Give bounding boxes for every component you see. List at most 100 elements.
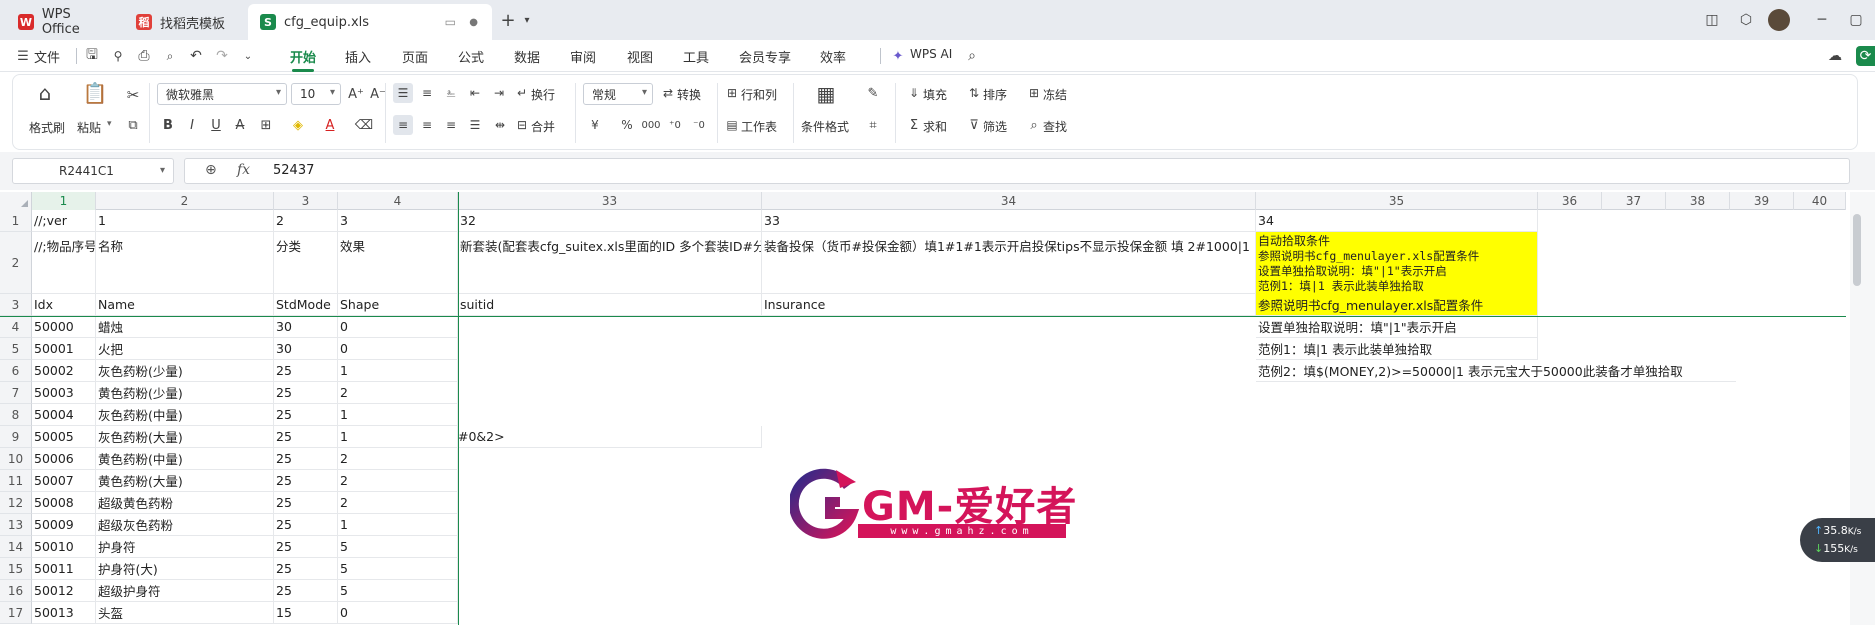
grid-cell[interactable]: 5	[338, 558, 458, 580]
quick-access-chevron-icon[interactable]: ⌄	[240, 48, 256, 64]
wps-ai-icon[interactable]: ✦	[890, 48, 906, 64]
grid-cell[interactable]: 装备投保（货币#投保金额）填1#1#1表示开启投保tips不显示投保金额 填 2…	[762, 232, 1256, 294]
grid-cell[interactable]: 50010	[32, 536, 96, 558]
cloud-icon[interactable]: ☁	[1826, 48, 1844, 64]
grid-cell[interactable]: 黄色药粉(少量)	[96, 382, 274, 404]
grid-cell[interactable]: 25	[274, 492, 338, 514]
fill-color-icon[interactable]: ◈	[287, 115, 309, 135]
row-header[interactable]: 8	[0, 404, 32, 426]
redo-icon[interactable]: ↷	[214, 48, 230, 64]
column-header[interactable]: 35	[1256, 192, 1538, 210]
vertical-scroll-thumb[interactable]	[1853, 214, 1861, 286]
network-speed-widget[interactable]: ↑35.8K/s ↓155K/s	[1800, 518, 1875, 562]
column-header[interactable]: 37	[1602, 192, 1666, 210]
grid-cell[interactable]: 50013	[32, 602, 96, 624]
grid-cell[interactable]: 灰色药粉(中量)	[96, 404, 274, 426]
border-icon[interactable]: ⊞	[255, 115, 277, 135]
row-header[interactable]: 2	[0, 232, 32, 294]
grid-cell[interactable]: 50004	[32, 404, 96, 426]
grid-cell[interactable]: 分类	[274, 232, 338, 294]
grid-cell[interactable]: 新套装(配套表cfg_suitex.xls里面的ID 多个套装ID#分	[458, 232, 762, 294]
grid-cell[interactable]: 34	[1256, 210, 1538, 232]
grid-cell[interactable]: 50009	[32, 514, 96, 536]
filter-button[interactable]: 筛选	[983, 118, 1007, 135]
grid-cell[interactable]: 50007	[32, 470, 96, 492]
strikethrough-icon[interactable]: A	[231, 115, 249, 135]
thousands-icon[interactable]: 000	[641, 115, 661, 135]
row-header[interactable]: 6	[0, 360, 32, 382]
grid-cell[interactable]: 25	[274, 536, 338, 558]
minimize-icon[interactable]: ─	[1812, 10, 1832, 30]
align-left-icon[interactable]: ≡	[393, 115, 413, 135]
menu-tab-page[interactable]: 页面	[402, 47, 428, 66]
menu-tab-review[interactable]: 审阅	[570, 47, 596, 66]
column-header[interactable]: 2	[96, 192, 274, 210]
increase-decimal-icon[interactable]: ⁺0	[665, 115, 685, 135]
grid-cell[interactable]: 33	[762, 210, 1256, 232]
menu-tab-efficiency[interactable]: 效率	[820, 47, 846, 66]
share-icon[interactable]: ⚲	[110, 48, 126, 64]
print-icon[interactable]: ⎙	[136, 48, 152, 64]
row-header[interactable]: 15	[0, 558, 32, 580]
convert-icon[interactable]: ⇄	[659, 83, 677, 103]
grid-cell-note[interactable]: 自动拾取条件 参照说明书cfg_menulayer.xls配置条件 设置单独拾取…	[1256, 232, 1538, 294]
grid-cell[interactable]: 30	[274, 338, 338, 360]
grid-cell[interactable]: 灰色药粉(大量)	[96, 426, 274, 448]
grid-cell[interactable]: 50006	[32, 448, 96, 470]
grid-cell[interactable]: 5	[338, 580, 458, 602]
menu-tab-tools[interactable]: 工具	[683, 47, 709, 66]
row-header[interactable]: 9	[0, 426, 32, 448]
worksheet-icon[interactable]: ▤	[723, 115, 741, 135]
row-header[interactable]: 5	[0, 338, 32, 360]
font-color-icon[interactable]: A	[319, 115, 341, 135]
sort-icon[interactable]: ⇅	[965, 83, 983, 103]
grid-cell[interactable]: 25	[274, 360, 338, 382]
italic-icon[interactable]: I	[183, 115, 201, 135]
menu-wps-ai[interactable]: WPS AI	[910, 47, 952, 61]
row-header[interactable]: 10	[0, 448, 32, 470]
clear-format-icon[interactable]: ⌫	[353, 115, 375, 135]
grid-cell[interactable]: 25	[274, 404, 338, 426]
row-header[interactable]: 1	[0, 210, 32, 232]
grid-cell[interactable]: //;物品序号	[32, 232, 96, 294]
find-icon[interactable]: ⌕	[1025, 115, 1043, 135]
menu-tab-insert[interactable]: 插入	[345, 47, 371, 66]
row-header[interactable]: 4	[0, 316, 32, 338]
grid-cell[interactable]: 护身符	[96, 536, 274, 558]
sort-button[interactable]: 排序	[983, 86, 1007, 103]
grid-cell[interactable]: 50011	[32, 558, 96, 580]
currency-icon[interactable]: ¥	[585, 115, 605, 135]
grid-cell[interactable]: Shape	[338, 294, 458, 316]
format-painter-button[interactable]: 格式刷	[29, 119, 65, 136]
tab-cfg-equip[interactable]: S cfg_equip.xls ▭ ●	[248, 4, 492, 40]
distribute-icon[interactable]: ⇹	[491, 115, 509, 135]
grid-cell[interactable]: 50002	[32, 360, 96, 382]
grid-cell[interactable]: 超级护身符	[96, 580, 274, 602]
grid-cell[interactable]: 25	[274, 470, 338, 492]
row-header[interactable]: 12	[0, 492, 32, 514]
grid-cell[interactable]: 2	[338, 492, 458, 514]
grid-cell[interactable]: 参照说明书cfg_menulayer.xls配置条件	[1256, 294, 1538, 316]
grid-cell[interactable]: 25	[274, 426, 338, 448]
share-sync-icon[interactable]: ⟳	[1856, 46, 1875, 66]
column-header[interactable]: 40	[1794, 192, 1846, 210]
cut-icon[interactable]: ✂	[123, 85, 143, 105]
grid-cell[interactable]: 3	[338, 210, 458, 232]
align-right-icon[interactable]: ≡	[441, 115, 461, 135]
column-header[interactable]: 3	[274, 192, 338, 210]
grid-cell[interactable]: StdMode	[274, 294, 338, 316]
save-icon[interactable]: 🖫	[84, 47, 100, 64]
window-mode-icon[interactable]: ▭	[445, 15, 456, 29]
grid-cell[interactable]: 2	[338, 382, 458, 404]
cell-style-icon[interactable]: ✎	[863, 83, 883, 103]
row-header[interactable]: 16	[0, 580, 32, 602]
grid-cell[interactable]: 50008	[32, 492, 96, 514]
row-header[interactable]: 13	[0, 514, 32, 536]
grid-cell[interactable]: 50005	[32, 426, 96, 448]
grid-cell[interactable]: 效果	[338, 232, 458, 294]
menu-tab-formula[interactable]: 公式	[458, 47, 484, 66]
grid-cell[interactable]: 护身符(大)	[96, 558, 274, 580]
layout-icon[interactable]: ◫	[1702, 10, 1722, 30]
undo-icon[interactable]: ↶	[188, 48, 204, 64]
menu-tab-member[interactable]: 会员专享	[739, 47, 791, 66]
